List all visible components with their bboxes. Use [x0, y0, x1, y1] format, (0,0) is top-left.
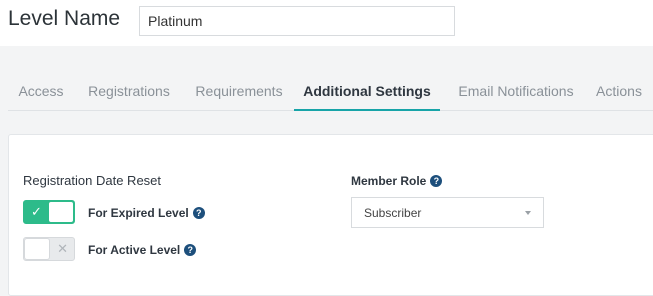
expired-level-label: For Expired Level	[88, 206, 189, 220]
active-level-label: For Active Level	[88, 243, 181, 257]
check-icon: ✓	[31, 204, 42, 219]
tab-additional-settings[interactable]: Additional Settings	[294, 74, 440, 111]
help-icon[interactable]: ?	[430, 175, 443, 187]
tab-actions[interactable]: Actions	[589, 74, 649, 109]
member-role-select[interactable]: Subscriber	[351, 197, 544, 228]
expired-level-option: For Expired Level?	[88, 206, 205, 220]
tab-requirements[interactable]: Requirements	[185, 74, 293, 109]
tab-access[interactable]: Access	[8, 74, 74, 109]
registration-reset-title: Registration Date Reset	[23, 173, 162, 188]
help-icon[interactable]: ?	[184, 244, 197, 256]
level-name-label: Level Name	[8, 7, 121, 30]
active-level-option: For Active Level?	[88, 243, 197, 257]
toggle-knob	[25, 239, 49, 259]
x-icon: ✕	[57, 241, 68, 256]
tab-registrations[interactable]: Registrations	[78, 74, 180, 109]
member-role-value: Subscriber	[364, 206, 422, 220]
caret-down-icon	[525, 211, 531, 215]
member-role-label: Member Role	[351, 174, 427, 188]
tab-email-notifications[interactable]: Email Notifications	[445, 74, 587, 109]
expired-level-toggle[interactable]: ✓	[23, 200, 75, 224]
toggle-knob	[49, 202, 73, 222]
level-header: Level Name	[0, 0, 653, 46]
settings-tabs: Access Registrations Requirements Additi…	[8, 74, 653, 111]
member-role-heading: Member Role?	[351, 174, 443, 188]
level-name-input[interactable]	[139, 6, 455, 36]
active-level-toggle[interactable]: ✕	[23, 237, 75, 261]
help-icon[interactable]: ?	[192, 207, 205, 219]
